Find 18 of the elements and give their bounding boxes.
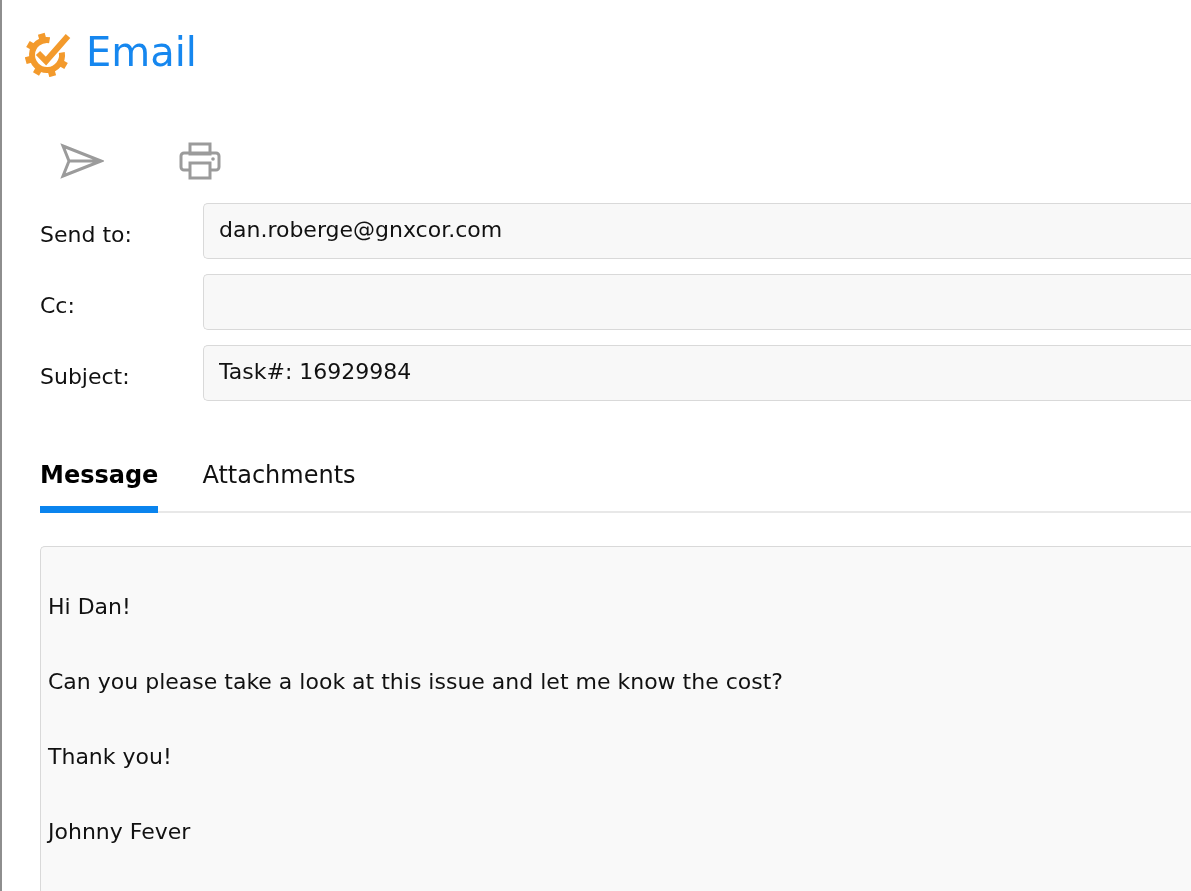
send-icon — [60, 143, 104, 179]
input-field[interactable]: dan.roberge@gnxcor.com — [203, 203, 1191, 259]
message-text: Thank you! — [48, 743, 172, 771]
message-editor[interactable]: Hi Dan! Can you please take a look at this issue and let me know the cost? Thank you! Johnny Fever — [40, 546, 1191, 891]
input-field[interactable] — [203, 274, 1191, 330]
tab[interactable]: Attachments — [202, 445, 356, 513]
field-label: Subject: — [40, 362, 131, 389]
print-button[interactable] — [179, 142, 221, 180]
page-title: Email — [86, 32, 197, 72]
send-button[interactable] — [60, 143, 104, 179]
message-text: Can you please take a look at this issue and let me know the cost? — [48, 668, 783, 696]
tab[interactable]: Message — [40, 445, 159, 513]
field-label: Send to: — [40, 220, 133, 247]
input-field[interactable]: Task#: 16929984 — [203, 345, 1191, 401]
message-text: Hi Dan! — [48, 593, 131, 621]
message-text: Johnny Fever — [48, 818, 191, 846]
printer-icon — [179, 142, 221, 180]
field-label: Cc: — [40, 291, 76, 318]
